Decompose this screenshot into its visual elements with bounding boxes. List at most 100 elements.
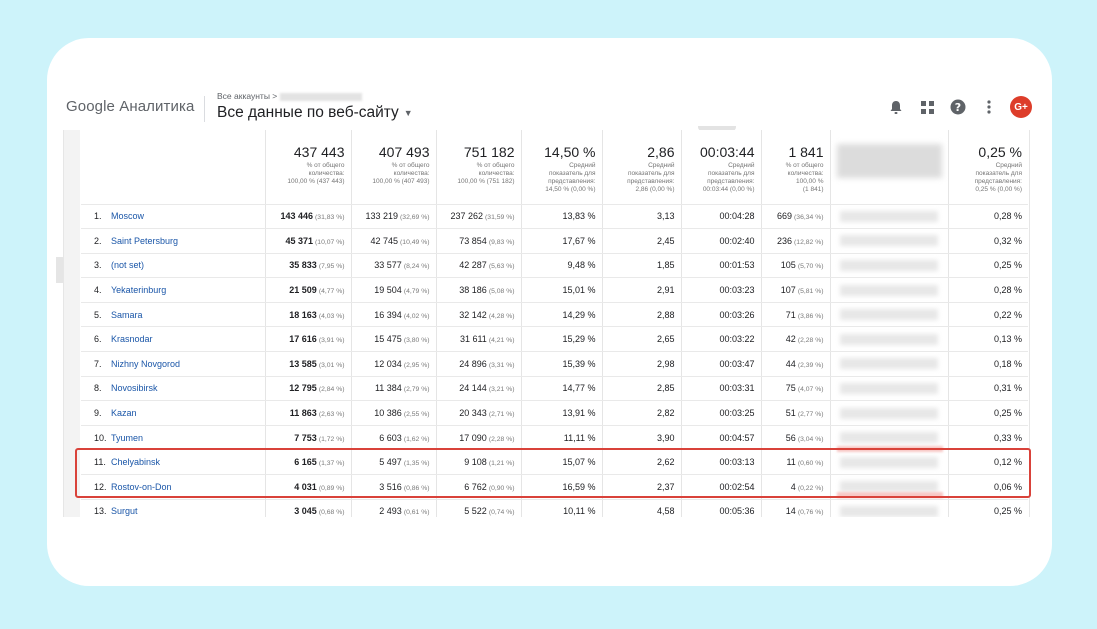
- users-value: 13 585: [289, 358, 317, 369]
- summary-cell: 437 443 % от общего количества: 100,00 % (4…: [265, 130, 352, 205]
- apps-grid-icon[interactable]: [916, 96, 938, 118]
- city-link[interactable]: Rostov-on-Don: [111, 482, 172, 492]
- redacted-cell: [830, 499, 949, 517]
- sessions-percent: (3,21 %): [488, 386, 515, 394]
- users-value: 18 163: [289, 309, 317, 320]
- users-cell: 6 165 (1,37 %): [265, 449, 352, 476]
- sessions-cell: 17 090 (2,28 %): [436, 425, 522, 451]
- users-percent: (0,89 %): [318, 484, 345, 492]
- goal-count-percent: (5,81 %): [797, 288, 824, 296]
- more-vert-icon[interactable]: [978, 96, 1000, 118]
- city-link[interactable]: Yekaterinburg: [111, 285, 166, 295]
- goal-count-value: 51: [785, 408, 796, 419]
- goal-count-value: 4: [790, 481, 796, 492]
- city-link[interactable]: Nizhny Novgorod: [111, 359, 180, 369]
- blurred-value: [840, 284, 938, 296]
- table-row: 11. Chelyabinsk 6 165 (1,37 %) 5 497 (1,35 %)…: [81, 449, 1028, 476]
- redacted-cell: [830, 326, 949, 353]
- goal-count-percent: (3,04 %): [797, 435, 824, 443]
- avg-session-duration-cell: 00:03:23: [681, 277, 762, 303]
- goal-count-cell: 11 (0,60 %): [761, 449, 831, 476]
- users-percent: (4,77 %): [318, 288, 345, 296]
- breadcrumb[interactable]: Все аккаунты >: [217, 91, 363, 101]
- goal-count-cell: 14 (0,76 %): [761, 499, 831, 517]
- city-link[interactable]: Kazan: [111, 408, 137, 418]
- pages-per-session-cell: 2,62: [602, 449, 682, 476]
- sessions-cell: 32 142 (4,28 %): [436, 302, 522, 328]
- sessions-value: 5 522: [464, 506, 487, 517]
- goal-count-value: 56: [785, 432, 796, 443]
- city-link[interactable]: Chelyabinsk: [111, 457, 160, 467]
- new-users-cell: 16 394 (4,02 %): [351, 302, 437, 328]
- redacted-cell: [830, 228, 949, 254]
- city-cell: 11. Chelyabinsk: [81, 449, 266, 476]
- account-avatar[interactable]: G+: [1010, 96, 1032, 118]
- new-users-value: 33 577: [374, 260, 402, 271]
- goal-count-cell: 4 (0,22 %): [761, 474, 831, 500]
- new-users-percent: (10,49 %): [400, 238, 430, 246]
- row-number: 7.: [94, 358, 102, 369]
- city-link[interactable]: Tyumen: [111, 433, 143, 443]
- conversion-rate-cell: 0,25 %: [948, 253, 1028, 279]
- city-link[interactable]: Surgut: [111, 506, 138, 516]
- summary-note: % от общего количества: 100,00 % (407 493): [372, 162, 430, 185]
- summary-value: 1 841: [788, 144, 824, 160]
- blurred-value: [840, 260, 938, 272]
- row-number: 1.: [94, 211, 102, 222]
- blurred-value: [840, 505, 938, 517]
- users-value: 6 165: [294, 457, 317, 468]
- city-link[interactable]: Moscow: [111, 211, 144, 221]
- svg-text:?: ?: [955, 101, 961, 114]
- table-row: 9. Kazan 11 863 (2,63 %) 10 386 (2,55 %) 20 34…: [81, 400, 1028, 426]
- new-users-percent: (4,02 %): [403, 312, 430, 320]
- city-link[interactable]: Krasnodar: [111, 334, 153, 344]
- summary-cell: 407 493 % от общего количества: 100,00 % (4…: [351, 130, 437, 205]
- conversion-rate-cell: 0,06 %: [948, 474, 1028, 500]
- avg-session-duration-cell: 00:05:36: [681, 499, 762, 517]
- help-icon[interactable]: ?: [947, 96, 969, 118]
- goal-count-cell: 51 (2,77 %): [761, 400, 831, 426]
- city-link[interactable]: (not set): [111, 260, 144, 270]
- new-users-value: 11 384: [374, 383, 402, 394]
- users-value: 3 045: [294, 506, 317, 517]
- city-cell: 2. Saint Petersburg: [81, 228, 266, 254]
- sessions-percent: (9,83 %): [488, 238, 515, 246]
- goal-count-value: 669: [777, 211, 793, 222]
- users-cell: 21 509 (4,77 %): [265, 277, 352, 303]
- users-cell: 7 753 (1,72 %): [265, 425, 352, 451]
- table-row: 5. Samara 18 163 (4,03 %) 16 394 (4,02 %) 32 1…: [81, 302, 1028, 328]
- header-actions: ? G+: [876, 96, 1032, 118]
- new-users-cell: 11 384 (2,79 %): [351, 376, 437, 402]
- new-users-value: 19 504: [374, 285, 402, 296]
- blurred-value: [840, 432, 938, 444]
- screenshot-card: Google Аналитика Все аккаунты > Все данн…: [47, 38, 1052, 586]
- bounce-rate-cell: 11,11 %: [521, 425, 603, 451]
- city-link[interactable]: Samara: [111, 310, 143, 320]
- new-users-value: 5 497: [379, 457, 402, 468]
- redacted-cell: [830, 302, 949, 328]
- pages-per-session-cell: 2,88: [602, 302, 682, 328]
- new-users-cell: 19 504 (4,79 %): [351, 277, 437, 303]
- sessions-cell: 73 854 (9,83 %): [436, 228, 522, 254]
- avg-session-duration-cell: 00:02:54: [681, 474, 762, 500]
- row-number: 10.: [94, 432, 107, 443]
- property-selector[interactable]: Все данные по веб-сайту ▼: [217, 104, 413, 122]
- blurred-value: [840, 456, 938, 468]
- summary-note: % от общего количества: 100,00 % (1 841): [785, 162, 824, 193]
- conversion-rate-cell: 0,28 %: [948, 204, 1028, 230]
- product-logo[interactable]: Google Аналитика: [66, 98, 194, 115]
- summary-value: 00:03:44: [700, 144, 755, 160]
- pages-per-session-cell: 2,85: [602, 376, 682, 402]
- blurred-value: [840, 210, 938, 222]
- summary-cell: 751 182 % от общего количества: 100,00 % (7…: [436, 130, 522, 205]
- report-table-container: 437 443 % от общего количества: 100,00 % (4…: [63, 130, 1030, 517]
- users-cell: 45 371 (10,07 %): [265, 228, 352, 254]
- sessions-value: 73 854: [459, 235, 487, 246]
- bounce-rate-cell: 9,48 %: [521, 253, 603, 279]
- city-link[interactable]: Saint Petersburg: [111, 236, 178, 246]
- city-link[interactable]: Novosibirsk: [111, 383, 158, 393]
- notifications-bell-icon[interactable]: [885, 96, 907, 118]
- conversion-rate-cell: 0,28 %: [948, 277, 1028, 303]
- new-users-value: 16 394: [374, 309, 402, 320]
- redacted-cell: [830, 400, 949, 426]
